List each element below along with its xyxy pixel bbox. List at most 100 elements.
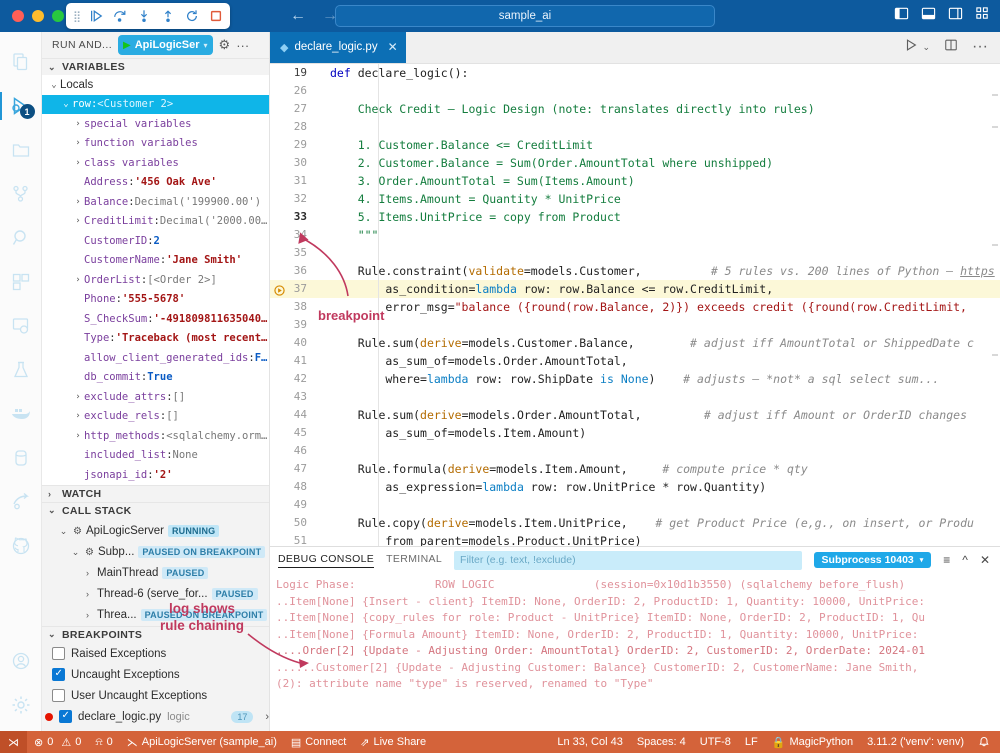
encoding-setting[interactable]: UTF-8	[693, 731, 738, 753]
toggle-primary-sidebar-icon[interactable]	[894, 6, 909, 26]
close-window-button[interactable]	[12, 10, 24, 22]
breakpoint-row[interactable]: Raised Exceptions	[42, 643, 269, 664]
line-content[interactable]: where=lambda row: row.ShipDate is None) …	[318, 372, 1000, 386]
line-content[interactable]: error_msg="balance ({round(row.Balance, …	[318, 300, 1000, 314]
code-line[interactable]: 26	[270, 82, 1000, 100]
chevron-right-icon[interactable]: ›	[72, 392, 84, 402]
variable-row[interactable]: allow_client_generated_ids: F…	[42, 348, 269, 368]
line-number[interactable]: 40	[270, 336, 318, 349]
code-line[interactable]: 31 3. Order.AmountTotal = Sum(Items.Amou…	[270, 172, 1000, 190]
line-content[interactable]: as_expression=lambda row: row.UnitPrice …	[318, 480, 1000, 494]
variable-row[interactable]: included_list: None	[42, 446, 269, 466]
variable-rows[interactable]: ⌄ row: <Customer 2> › special variables › fun…	[42, 94, 269, 485]
line-number[interactable]: 46	[270, 444, 318, 457]
line-number[interactable]: 33	[270, 210, 318, 223]
chevron-right-icon[interactable]: ›	[72, 411, 84, 421]
variable-row[interactable]: CustomerID: 2	[42, 231, 269, 251]
problems-indicator[interactable]: ⊗ 0 ⚠ 0	[27, 731, 88, 753]
callstack-tree[interactable]: ⌄ ⚙ ApiLogicServer RUNNING ⌄ ⚙ Subp... PAUSED O…	[42, 518, 269, 626]
code-line[interactable]: 45 as_sum_of=models.Item.Amount)	[270, 424, 1000, 442]
callstack-row[interactable]: ⌄ ⚙ Subp... PAUSED ON BREAKPOINT	[42, 542, 269, 563]
split-editor-icon[interactable]	[944, 38, 958, 57]
line-content[interactable]: Rule.sum(derive=models.Order.AmountTotal…	[318, 408, 1000, 422]
line-content[interactable]: from_parent=models.Product.UnitPrice)	[318, 534, 1000, 546]
code-line[interactable]: 41 as_sum_of=models.Order.AmountTotal,	[270, 352, 1000, 370]
line-number[interactable]: 51	[270, 534, 318, 546]
callstack-row[interactable]: › Threa... PAUSED ON BREAKPOINT	[42, 605, 269, 626]
variable-row[interactable]: › OrderList: [<Order 2>]	[42, 270, 269, 290]
line-number[interactable]: 48	[270, 480, 318, 493]
database-icon[interactable]	[0, 436, 42, 480]
watch-section-header[interactable]: › WATCH	[42, 484, 269, 502]
restart-icon[interactable]	[185, 9, 199, 23]
breakpoint-row[interactable]: User Uncaught Exceptions	[42, 685, 269, 706]
editor-more-actions-icon[interactable]: ···	[972, 38, 988, 56]
line-content[interactable]: 3. Order.AmountTotal = Sum(Items.Amount)	[318, 174, 1000, 188]
github-icon[interactable]	[0, 524, 42, 568]
close-panel-icon[interactable]: ✕	[980, 553, 990, 567]
chevron-right-icon[interactable]: ›	[72, 275, 84, 285]
line-number[interactable]: 45	[270, 426, 318, 439]
line-content[interactable]: as_sum_of=models.Item.Amount)	[318, 426, 1000, 440]
chevron-down-icon[interactable]: ⌄	[48, 80, 60, 90]
tab-declare-logic-py[interactable]: ◆ declare_logic.py ✕	[270, 32, 406, 63]
variable-row[interactable]: jsonapi_id: '2'	[42, 465, 269, 485]
code-line[interactable]: 44 Rule.sum(derive=models.Order.AmountTo…	[270, 406, 1000, 424]
start-debug-icon[interactable]: ▶	[123, 40, 131, 51]
language-mode[interactable]: 🔒 MagicPython	[765, 731, 860, 753]
search-icon[interactable]	[0, 216, 42, 260]
line-number[interactable]: 39	[270, 318, 318, 331]
code-line[interactable]: 29 1. Customer.Balance <= CreditLimit	[270, 136, 1000, 154]
line-number[interactable]: 30	[270, 156, 318, 169]
code-line[interactable]: 34 """	[270, 226, 1000, 244]
panel-actions[interactable]: ≡ ^ ✕	[943, 553, 990, 567]
chevron-down-icon[interactable]: ⌄	[70, 547, 81, 558]
line-number[interactable]: 43	[270, 390, 318, 403]
chevron-right-icon[interactable]: ›	[72, 197, 84, 207]
line-number[interactable]: 50	[270, 516, 318, 529]
back-icon[interactable]: ←	[290, 7, 306, 25]
line-number[interactable]: 32	[270, 192, 318, 205]
callstack-row[interactable]: › Thread-6 (serve_for... PAUSED	[42, 584, 269, 605]
code-lines[interactable]: 19 def declare_logic(): 26 27 Check Credit …	[270, 64, 1000, 546]
editor-actions[interactable]: ⌄ ···	[904, 32, 1000, 63]
run-python-file-icon[interactable]	[904, 38, 918, 57]
breakpoint-checkbox[interactable]	[52, 668, 65, 682]
breakpoint-checkbox[interactable]	[52, 689, 65, 703]
code-line[interactable]: 46	[270, 442, 1000, 460]
debug-session-indicator[interactable]: ⋋ ApiLogicServer (sample_ai)	[120, 731, 284, 753]
toggle-secondary-sidebar-icon[interactable]	[948, 6, 963, 26]
variables-scope-locals[interactable]: ⌄ Locals	[42, 75, 269, 95]
variable-row[interactable]: Address: '456 Oak Ave'	[42, 173, 269, 193]
variable-row[interactable]: Type: 'Traceback (most recent…	[42, 329, 269, 349]
ports-indicator[interactable]: ⍾ 0	[88, 731, 119, 753]
chevron-right-icon[interactable]: ›	[265, 711, 269, 723]
line-number[interactable]: 29	[270, 138, 318, 151]
debug-configuration-selector[interactable]: ▶ ApiLogicSer ▾	[118, 35, 213, 56]
settings-gear-icon[interactable]	[0, 683, 42, 727]
variables-tree[interactable]: ⌄ Locals ⌄ row: <Customer 2> › special vari…	[42, 75, 269, 485]
chevron-right-icon[interactable]: ›	[82, 610, 93, 620]
callstack-row[interactable]: ⌄ ⚙ ApiLogicServer RUNNING	[42, 521, 269, 542]
source-control-folder-icon[interactable]	[0, 128, 42, 172]
tab-terminal[interactable]: TERMINAL	[386, 553, 442, 567]
indentation-setting[interactable]: Spaces: 4	[630, 731, 693, 753]
variable-row[interactable]: db_commit: True	[42, 368, 269, 388]
customize-layout-icon[interactable]	[975, 6, 990, 26]
sidebar-more-actions-icon[interactable]: ···	[236, 38, 249, 53]
breakpoints-section-header[interactable]: ⌄ BREAKPOINTS	[42, 625, 269, 644]
debug-toolbar[interactable]: ⣿	[66, 3, 231, 29]
line-content[interactable]: 4. Items.Amount = Quantity * UnitPrice	[318, 192, 1000, 206]
open-launch-json-icon[interactable]: ⚙	[219, 37, 231, 53]
navigation-arrows[interactable]: ← →	[290, 0, 338, 32]
docker-icon[interactable]	[0, 392, 42, 436]
breakpoint-row[interactable]: declare_logic.py logic 17 ›	[42, 706, 269, 727]
line-content[interactable]: 1. Customer.Balance <= CreditLimit	[318, 138, 1000, 152]
line-number[interactable]: 34	[270, 228, 318, 241]
variable-row[interactable]: › exclude_rels: []	[42, 407, 269, 427]
subprocess-selector[interactable]: Subprocess 10403 ▾	[813, 552, 932, 568]
code-line[interactable]: 28	[270, 118, 1000, 136]
chevron-down-icon[interactable]: ⌄	[60, 99, 72, 109]
eol-setting[interactable]: LF	[738, 731, 765, 753]
line-number[interactable]: 44	[270, 408, 318, 421]
